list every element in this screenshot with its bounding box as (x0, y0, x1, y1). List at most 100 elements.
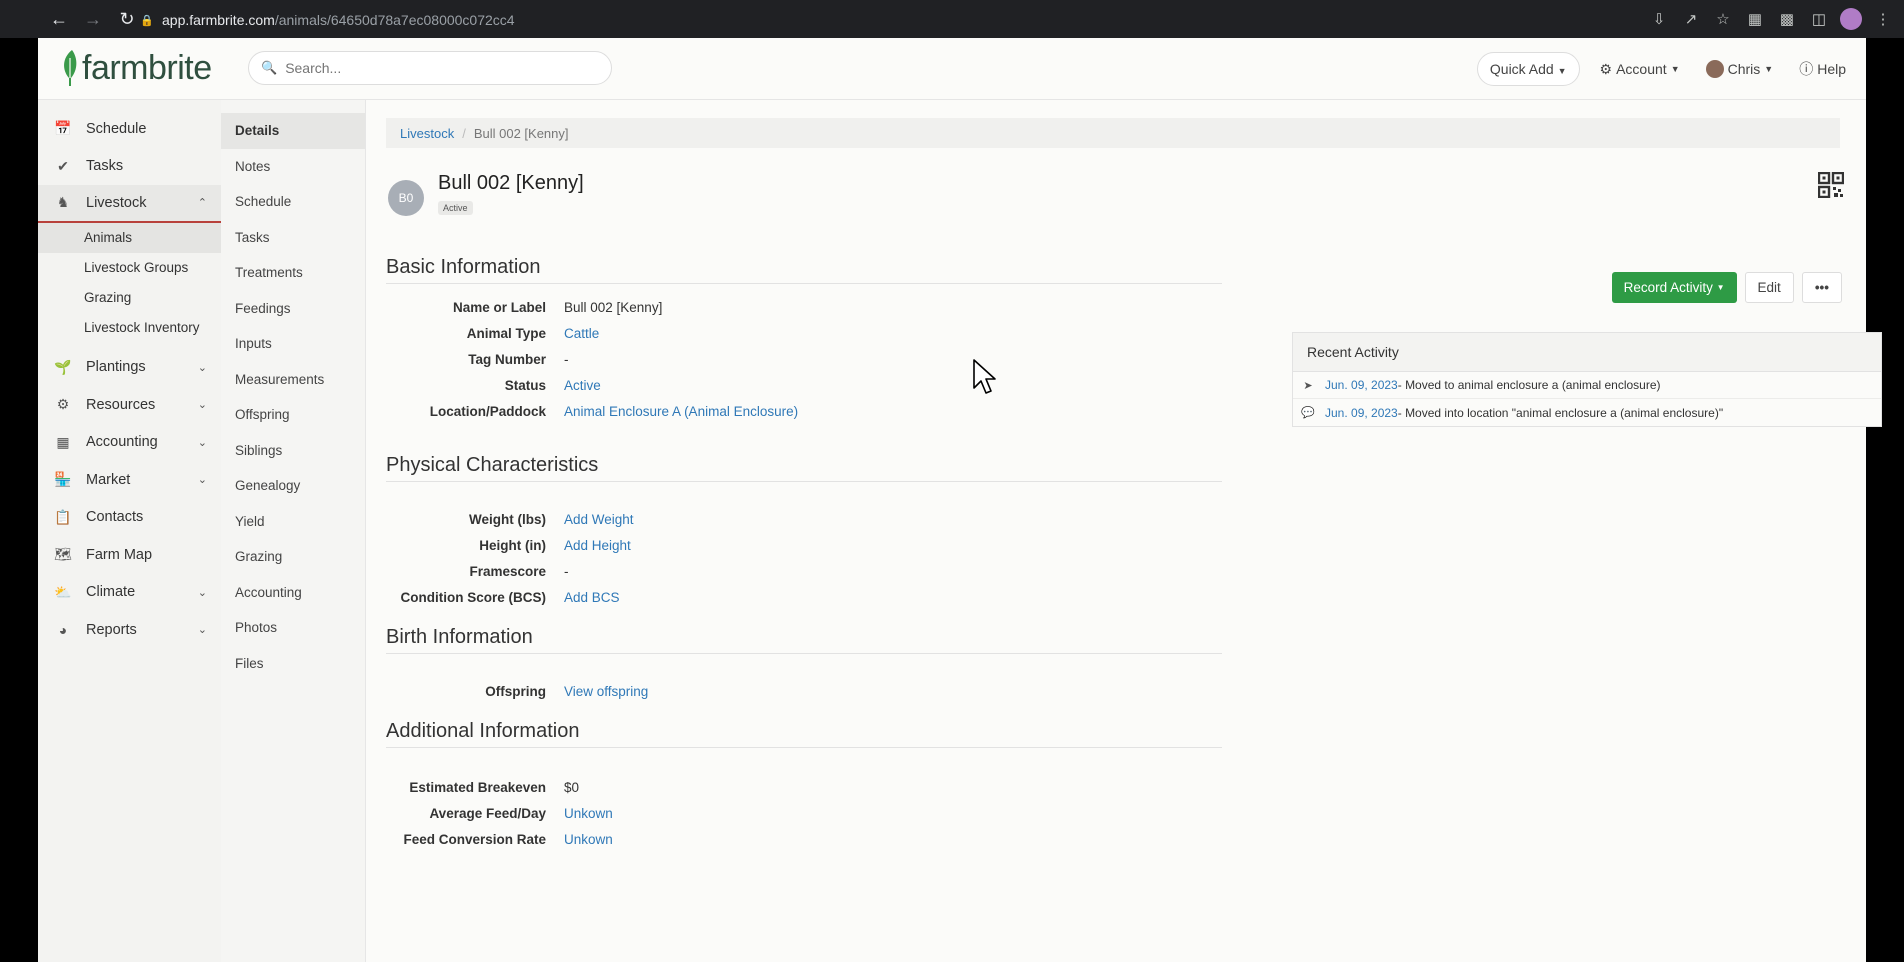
chevron-down-icon: ⌄ (197, 361, 207, 374)
subnav-measurements[interactable]: Measurements (221, 362, 365, 398)
detail-row: Average Feed/Day Unkown (386, 806, 613, 821)
subnav-treatments[interactable]: Treatments (221, 255, 365, 291)
star-icon[interactable]: ☆ (1712, 8, 1734, 30)
kebab-menu-icon[interactable]: ⋮ (1872, 8, 1894, 30)
sidebar-item-label: Climate (86, 584, 136, 601)
sidebar-item-market[interactable]: 🏪 Market ⌄ (38, 461, 221, 499)
subnav-files[interactable]: Files (221, 646, 365, 682)
subnav-genealogy[interactable]: Genealogy (221, 468, 365, 504)
calendar-icon: 📅 (54, 120, 72, 137)
row-label: Offspring (485, 684, 546, 699)
sidebar-item-farm-map[interactable]: 🗺 Farm Map (38, 536, 221, 574)
search-icon: 🔍 (261, 60, 278, 75)
subnav-accounting[interactable]: Accounting (221, 575, 365, 611)
sidebar-item-label: Market (86, 471, 131, 488)
activity-text: - Moved into location "animal enclosure … (1397, 405, 1724, 420)
puzzle-icon[interactable]: ▩ (1776, 8, 1798, 30)
more-options-button[interactable]: ••• (1801, 272, 1842, 303)
sidebar-sub-livestock-inventory[interactable]: Livestock Inventory (38, 313, 221, 343)
subnav-siblings[interactable]: Siblings (221, 433, 365, 469)
subnav-schedule[interactable]: Schedule (221, 184, 365, 220)
subnav-grazing[interactable]: Grazing (221, 539, 365, 575)
seedling-icon: 🌱 (54, 358, 72, 375)
share-icon[interactable]: ↗ (1680, 8, 1702, 30)
activity-date-link[interactable]: Jun. 09, 2023 (1325, 406, 1398, 420)
add-bcs-link[interactable]: Add BCS (564, 590, 620, 605)
farmbrite-logo[interactable]: farmbrite (60, 48, 212, 88)
row-label: Status (504, 378, 546, 393)
question-circle-icon: ⓘ (1799, 61, 1814, 77)
search-box[interactable]: 🔍 (248, 51, 612, 85)
feed-conversion-link[interactable]: Unkown (564, 832, 613, 847)
subnav-details[interactable]: Details (221, 113, 365, 149)
address-bar[interactable]: 🔒 app.farmbrite.com/animals/64650d78a7ec… (140, 6, 515, 34)
row-label: Name or Label (452, 300, 546, 315)
average-feed-link[interactable]: Unkown (564, 806, 613, 821)
install-icon[interactable]: ⇩ (1648, 8, 1670, 30)
sidebar-sub-animals[interactable]: Animals (38, 222, 221, 253)
forward-icon[interactable]: → (78, 4, 108, 34)
subnav-offspring[interactable]: Offspring (221, 397, 365, 433)
chevron-down-icon: ⌄ (197, 399, 207, 412)
record-activity-button[interactable]: Record Activity ▼ (1611, 272, 1737, 303)
detail-row: Status Active (386, 378, 601, 393)
sidebar-item-plantings[interactable]: 🌱 Plantings ⌄ (38, 349, 221, 387)
extension-icon[interactable]: ▦ (1744, 8, 1766, 30)
breadcrumb-livestock-link[interactable]: Livestock (400, 126, 454, 141)
row-label: Framescore (469, 564, 546, 579)
row-value: - (564, 352, 569, 367)
animal-avatar: B0 (388, 180, 424, 216)
sidebar-sub-livestock-groups[interactable]: Livestock Groups (38, 253, 221, 283)
sidebar-item-contacts[interactable]: 📋 Contacts (38, 499, 221, 537)
sidebar-item-label: Contacts (86, 509, 144, 526)
help-link[interactable]: ⓘ Help (1793, 51, 1852, 87)
sidebar-item-climate[interactable]: ⛅ Climate ⌄ (38, 574, 221, 612)
detail-row: Offspring View offspring (386, 684, 648, 699)
detail-row: Animal Type Cattle (386, 326, 600, 341)
sidebar-item-schedule[interactable]: 📅 Schedule (38, 110, 221, 148)
activity-date-link[interactable]: Jun. 09, 2023 (1325, 378, 1398, 392)
animal-type-link[interactable]: Cattle (564, 326, 599, 341)
quick-add-button[interactable]: Quick Add ▼ (1476, 52, 1580, 86)
detail-row: Tag Number - (386, 352, 569, 367)
pie-chart-icon: ◕ (58, 621, 68, 638)
subnav-tasks[interactable]: Tasks (221, 220, 365, 256)
sidebar-item-label: Farm Map (86, 546, 153, 563)
sidebar-item-accounting[interactable]: ▦ Accounting ⌄ (38, 424, 221, 462)
row-label: Height (in) (479, 538, 546, 553)
sidebar-item-resources[interactable]: ⚙ Resources ⌄ (38, 386, 221, 424)
sidebar-sub-grazing[interactable]: Grazing (38, 283, 221, 313)
profile-avatar-icon[interactable] (1840, 8, 1862, 30)
sidebar-item-label: Schedule (86, 120, 147, 137)
subnav-notes[interactable]: Notes (221, 149, 365, 185)
breadcrumb-current: Bull 002 [Kenny] (473, 125, 569, 141)
sidebar-item-livestock[interactable]: ♞ Livestock ⌃ (38, 185, 221, 223)
back-icon[interactable]: ← (44, 4, 74, 34)
view-offspring-link[interactable]: View offspring (564, 684, 648, 699)
row-value: - (564, 564, 569, 579)
tractor-icon: ⚙ (56, 396, 70, 413)
detail-row: Condition Score (BCS) Add BCS (386, 590, 620, 605)
reload-icon[interactable]: ↻ (112, 4, 142, 34)
add-height-link[interactable]: Add Height (564, 538, 631, 553)
subnav-inputs[interactable]: Inputs (221, 326, 365, 362)
subnav-feedings[interactable]: Feedings (221, 291, 365, 327)
add-weight-link[interactable]: Add Weight (564, 512, 634, 527)
status-link[interactable]: Active (564, 378, 601, 393)
search-input[interactable] (285, 60, 586, 76)
side-panel-icon[interactable]: ◫ (1808, 8, 1830, 30)
user-menu[interactable]: Chris ▼ (1700, 52, 1780, 86)
sidebar-item-tasks[interactable]: ✔ Tasks (38, 148, 221, 186)
subnav-yield[interactable]: Yield (221, 504, 365, 540)
location-link[interactable]: Animal Enclosure A (Animal Enclosure) (564, 404, 798, 419)
list-item: ➤ Jun. 09, 2023 - Moved to animal enclos… (1293, 372, 1881, 399)
location-arrow-icon: ➤ (1303, 379, 1313, 392)
subnav-photos[interactable]: Photos (221, 610, 365, 646)
edit-button[interactable]: Edit (1744, 272, 1794, 303)
account-menu[interactable]: ⚙ Account ▼ (1594, 53, 1686, 86)
horse-icon: ♞ (56, 194, 70, 211)
sidebar-item-reports[interactable]: ◕ Reports ⌄ (38, 611, 221, 649)
qr-code-icon[interactable] (1818, 172, 1844, 198)
detail-row: Feed Conversion Rate Unkown (386, 832, 613, 847)
browser-toolbar: ← → ↻ 🔒 app.farmbrite.com/animals/64650d… (0, 0, 1904, 38)
